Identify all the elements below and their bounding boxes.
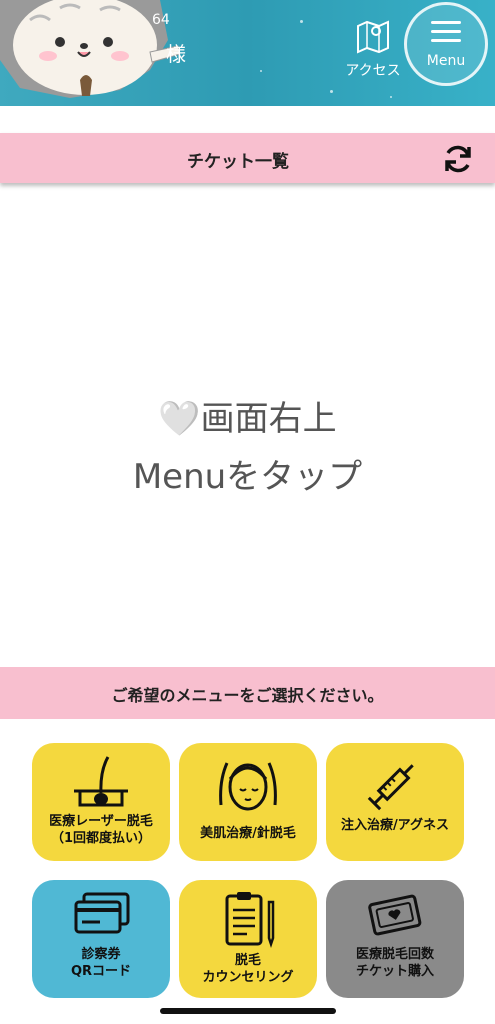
member-id: 64 (152, 12, 170, 28)
face-care-icon (219, 762, 277, 811)
menu-button[interactable]: Menu (404, 2, 488, 86)
app-header: 64 様 アクセス Menu (0, 0, 495, 106)
tile-ticket-purchase[interactable]: 医療脱毛回数 チケット購入 (326, 880, 464, 998)
tile-label: 診察券 QRコード (70, 947, 132, 979)
message-line-2: Menuをタップ (132, 457, 363, 497)
sparkle (330, 90, 333, 93)
sparkle (260, 70, 262, 72)
syringe-icon (367, 764, 414, 811)
tile-hair-removal-counseling[interactable]: 脱毛 カウンセリング (179, 880, 317, 998)
selection-banner: ご希望のメニューをご選択ください。 (0, 667, 495, 719)
empty-ticket-message: 🤍画面右上 Menuをタップ (0, 390, 495, 506)
selection-banner-text: ご希望のメニューをご選択ください。 (111, 686, 384, 705)
hair-follicle-icon (74, 756, 128, 807)
clipboard-icon (225, 892, 275, 948)
ticket-list-title: チケット一覧 (187, 152, 289, 172)
access-label: アクセス (345, 63, 401, 79)
sparkle (300, 20, 303, 23)
tile-skin-treatment[interactable]: 美肌治療/針脱毛 (179, 743, 317, 861)
hamburger-icon (431, 21, 461, 42)
tile-patient-card-qr[interactable]: 診察券 QRコード (32, 880, 170, 998)
tile-label: 医療脱毛回数 チケット購入 (355, 947, 434, 979)
heart-icon: 🤍 (158, 399, 201, 439)
tile-injection-treatment[interactable]: 注入治療/アグネス (326, 743, 464, 861)
map-icon (357, 20, 389, 54)
access-button[interactable]: アクセス (336, 14, 410, 84)
tile-label: 注入治療/アグネス (340, 818, 450, 833)
home-indicator[interactable] (160, 1008, 336, 1014)
sparkle (390, 96, 392, 98)
tile-label: 美肌治療/針脱毛 (200, 826, 296, 841)
tile-label: 医療レーザー脱毛 （1回都度払い） (49, 814, 153, 846)
ticket-icon (368, 894, 422, 936)
refresh-icon[interactable] (442, 143, 474, 175)
message-line-1: 画面右上 (200, 399, 337, 439)
member-name-suffix: 様 (166, 42, 186, 66)
tile-label: 脱毛 カウンセリング (202, 953, 294, 985)
ticket-list-bar: チケット一覧 (0, 133, 495, 183)
card-icon (74, 892, 130, 934)
tile-laser-hair-removal[interactable]: 医療レーザー脱毛 （1回都度払い） (32, 743, 170, 861)
menu-label: Menu (426, 53, 466, 69)
